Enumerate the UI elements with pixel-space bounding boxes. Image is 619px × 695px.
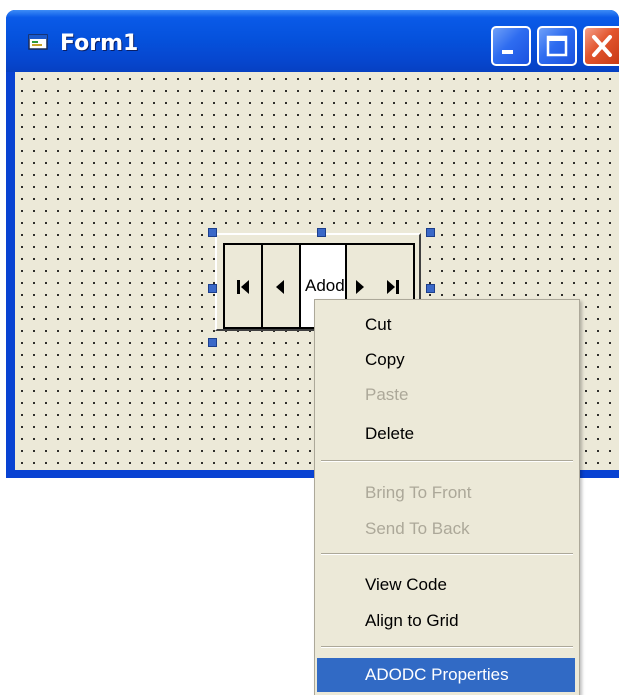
first-record-button[interactable] xyxy=(225,245,263,327)
menu-item-paste[interactable]: Paste xyxy=(317,378,575,412)
close-button[interactable] xyxy=(583,26,619,66)
menu-item-copy[interactable]: Copy xyxy=(317,343,575,377)
resize-handle[interactable] xyxy=(317,228,326,237)
minimize-icon xyxy=(502,50,513,54)
context-menu: Cut Copy Paste Delete Bring To Front Sen… xyxy=(314,299,580,695)
minimize-button[interactable] xyxy=(491,26,531,66)
resize-handle[interactable] xyxy=(208,228,217,237)
previous-record-icon xyxy=(276,280,284,294)
menu-separator xyxy=(321,646,573,648)
menu-item-delete[interactable]: Delete xyxy=(317,417,575,451)
resize-handle[interactable] xyxy=(208,284,217,293)
menu-item-view-code[interactable]: View Code xyxy=(317,568,575,602)
menu-separator xyxy=(321,460,573,462)
menu-item-cut[interactable]: Cut xyxy=(317,308,575,342)
menu-item-adodc-properties[interactable]: ADODC Properties xyxy=(317,658,575,692)
form-icon xyxy=(28,34,48,50)
menu-item-align-to-grid[interactable]: Align to Grid xyxy=(317,604,575,638)
previous-record-button[interactable] xyxy=(263,245,301,327)
resize-handle[interactable] xyxy=(426,228,435,237)
close-icon xyxy=(592,35,612,57)
menu-separator xyxy=(321,553,573,555)
first-record-icon xyxy=(237,280,249,294)
resize-handle[interactable] xyxy=(208,338,217,347)
menu-item-send-to-back[interactable]: Send To Back xyxy=(317,512,575,546)
resize-handle[interactable] xyxy=(426,284,435,293)
menu-item-bring-to-front[interactable]: Bring To Front xyxy=(317,476,575,510)
window-title: Form1 xyxy=(60,31,139,56)
maximize-button[interactable] xyxy=(537,26,577,66)
title-bar[interactable]: Form1 xyxy=(6,10,619,72)
maximize-icon xyxy=(546,35,568,57)
